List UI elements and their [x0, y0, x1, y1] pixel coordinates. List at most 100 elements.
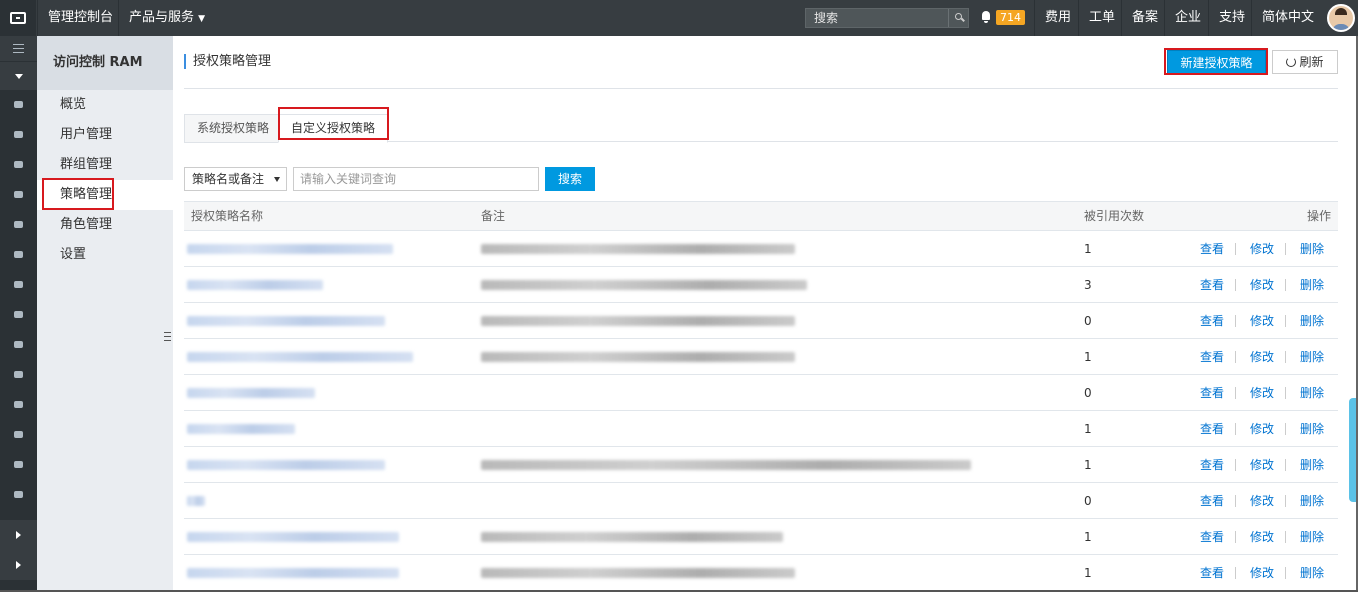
collapse-sidebar-icon[interactable]: [159, 318, 173, 358]
delete-link[interactable]: 删除: [1300, 303, 1324, 339]
nav-icp[interactable]: 备案: [1121, 0, 1168, 36]
view-link[interactable]: 查看: [1200, 447, 1224, 483]
edit-link[interactable]: 修改: [1250, 447, 1274, 483]
search-button[interactable]: 搜索: [545, 167, 595, 191]
avatar[interactable]: [1327, 4, 1355, 32]
chevron-right-icon[interactable]: [0, 520, 37, 550]
divider: [1235, 567, 1236, 579]
products-menu[interactable]: 产品与服务 ▼: [118, 0, 215, 36]
menu-icon[interactable]: [0, 36, 37, 61]
table-row: 1 查看 修改 删除: [184, 519, 1338, 555]
view-link[interactable]: 查看: [1200, 411, 1224, 447]
edit-link[interactable]: 修改: [1250, 231, 1274, 267]
delete-link[interactable]: 删除: [1300, 339, 1324, 375]
edit-link[interactable]: 修改: [1250, 555, 1274, 591]
highlight-box: [278, 107, 389, 140]
layers-icon[interactable]: [0, 209, 37, 239]
refresh-label: 刷新: [1299, 55, 1324, 69]
delete-link[interactable]: 删除: [1300, 375, 1324, 411]
keyword-search-input[interactable]: [293, 167, 539, 191]
edit-link[interactable]: 修改: [1250, 483, 1274, 519]
view-link[interactable]: 查看: [1200, 519, 1224, 555]
policy-name-redacted[interactable]: [187, 388, 315, 398]
subnav-item-groups[interactable]: 群组管理: [37, 150, 173, 180]
view-link[interactable]: 查看: [1200, 303, 1224, 339]
subnav-item-roles[interactable]: 角色管理: [37, 210, 173, 240]
view-link[interactable]: 查看: [1200, 555, 1224, 591]
delete-link[interactable]: 删除: [1300, 555, 1324, 591]
filter-field-select[interactable]: 策略名或备注: [184, 167, 287, 191]
delete-link[interactable]: 删除: [1300, 519, 1324, 555]
policy-name-redacted[interactable]: [187, 496, 205, 506]
policy-name-redacted[interactable]: [187, 568, 399, 578]
ref-count: 1: [1084, 350, 1092, 364]
cloud-upload-icon[interactable]: [0, 329, 37, 359]
view-link[interactable]: 查看: [1200, 375, 1224, 411]
policy-name-redacted[interactable]: [187, 244, 393, 254]
tab-system-policies[interactable]: 系统授权策略: [184, 114, 283, 143]
nav-language[interactable]: 简体中文: [1251, 0, 1324, 36]
notification-badge[interactable]: 714: [996, 10, 1025, 25]
subnav-item-settings[interactable]: 设置: [37, 240, 173, 270]
box-icon[interactable]: [0, 419, 37, 449]
edit-link[interactable]: 修改: [1250, 411, 1274, 447]
ref-count: 1: [1084, 242, 1092, 256]
console-icon[interactable]: [0, 299, 37, 329]
database-icon[interactable]: [0, 119, 37, 149]
view-link[interactable]: 查看: [1200, 339, 1224, 375]
pulse-icon[interactable]: [0, 389, 37, 419]
server-icon[interactable]: [0, 89, 37, 119]
edit-link[interactable]: 修改: [1250, 339, 1274, 375]
remark-redacted: [481, 460, 971, 470]
aliyun-logo-icon[interactable]: [0, 0, 36, 36]
policy-name-redacted[interactable]: [187, 460, 385, 470]
policy-name-redacted[interactable]: [187, 316, 385, 326]
delete-link[interactable]: 删除: [1300, 483, 1324, 519]
product-sidebar: [0, 36, 37, 592]
edit-link[interactable]: 修改: [1250, 267, 1274, 303]
move-icon[interactable]: [0, 359, 37, 389]
network-icon[interactable]: [0, 149, 37, 179]
table-row: 1 查看 修改 删除: [184, 231, 1338, 267]
cloud-icon[interactable]: [0, 179, 37, 209]
subnav-item-overview[interactable]: 概览: [37, 90, 173, 120]
policy-name-redacted[interactable]: [187, 280, 323, 290]
chevron-down-icon[interactable]: [0, 62, 37, 90]
subnav-item-users[interactable]: 用户管理: [37, 120, 173, 150]
caret-down-icon: [274, 177, 280, 182]
nav-enterprise[interactable]: 企业: [1164, 0, 1211, 36]
divider: [1285, 351, 1286, 363]
view-link[interactable]: 查看: [1200, 267, 1224, 303]
policy-name-redacted[interactable]: [187, 532, 399, 542]
delete-link[interactable]: 删除: [1300, 267, 1324, 303]
edit-link[interactable]: 修改: [1250, 375, 1274, 411]
tree-icon[interactable]: [0, 449, 37, 479]
policy-name-redacted[interactable]: [187, 424, 295, 434]
top-navbar: 管理控制台 产品与服务 ▼ 714 费用 工单 备案 企业 支持 简体中文: [0, 0, 1358, 36]
chevron-right-icon[interactable]: [0, 550, 37, 580]
console-link[interactable]: 管理控制台: [37, 0, 123, 36]
nav-support[interactable]: 支持: [1208, 0, 1255, 36]
delete-link[interactable]: 删除: [1300, 447, 1324, 483]
ref-count: 0: [1084, 314, 1092, 328]
nav-tickets[interactable]: 工单: [1078, 0, 1125, 36]
settings-icon[interactable]: [0, 479, 37, 509]
view-link[interactable]: 查看: [1200, 231, 1224, 267]
global-search-input[interactable]: [806, 9, 948, 27]
edit-link[interactable]: 修改: [1250, 303, 1274, 339]
edit-link[interactable]: 修改: [1250, 519, 1274, 555]
policy-name-redacted[interactable]: [187, 352, 413, 362]
highlight-box: [1164, 48, 1268, 75]
nav-billing[interactable]: 费用: [1034, 0, 1081, 36]
mic-icon[interactable]: [0, 269, 37, 299]
fan-icon[interactable]: [0, 239, 37, 269]
search-icon[interactable]: [948, 9, 968, 27]
table-row: 1 查看 修改 删除: [184, 447, 1338, 483]
col-actions: 操作: [1307, 209, 1332, 223]
view-link[interactable]: 查看: [1200, 483, 1224, 519]
bell-icon[interactable]: [980, 10, 992, 24]
delete-link[interactable]: 删除: [1300, 231, 1324, 267]
divider: [1235, 315, 1236, 327]
refresh-button[interactable]: 刷新: [1272, 50, 1338, 74]
delete-link[interactable]: 删除: [1300, 411, 1324, 447]
